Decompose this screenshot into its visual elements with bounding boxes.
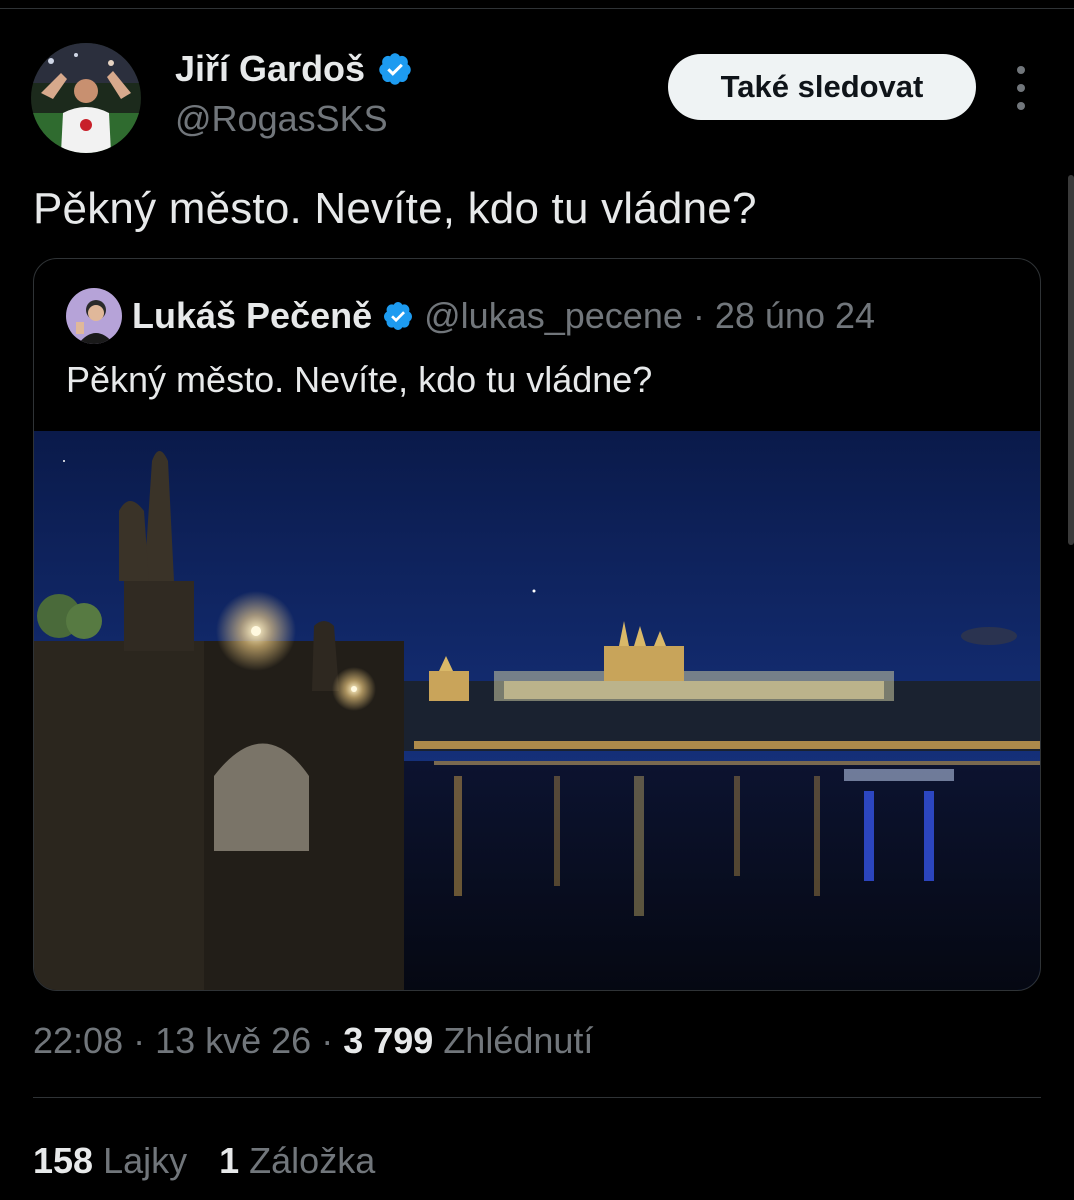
quoted-header: Lukáš Pečeně @lukas_pecene · 28 úno 24 bbox=[132, 295, 875, 337]
user-avatar-photo-icon bbox=[31, 43, 141, 153]
bookmarks-count: 1 bbox=[219, 1140, 240, 1181]
verified-badge-icon bbox=[379, 53, 411, 85]
quoted-tweet-text: Pěkný město. Nevíte, kdo tu vládne? bbox=[66, 359, 653, 400]
tweet-time[interactable]: 22:08 bbox=[33, 1020, 123, 1062]
author-display-name[interactable]: Jiří Gardoš bbox=[175, 48, 365, 90]
quoted-author-avatar[interactable] bbox=[66, 288, 122, 344]
stats-divider bbox=[33, 1097, 1041, 1098]
views-count: 3 799 bbox=[343, 1020, 434, 1061]
likes-stat[interactable]: 158 Lajky bbox=[33, 1140, 187, 1182]
more-dot bbox=[1017, 84, 1025, 92]
dot-separator: · bbox=[133, 1020, 146, 1061]
likes-label: Lajky bbox=[103, 1140, 188, 1181]
quoted-avatar-photo-icon bbox=[66, 288, 122, 344]
quoted-handle[interactable]: @lukas_pecene bbox=[424, 295, 683, 337]
quoted-display-name[interactable]: Lukáš Pečeně bbox=[132, 295, 372, 337]
likes-count: 158 bbox=[33, 1140, 94, 1181]
more-dot bbox=[1017, 66, 1025, 74]
more-vertical-icon[interactable] bbox=[1008, 66, 1034, 110]
tweet-date[interactable]: 13 kvě 26 bbox=[155, 1020, 311, 1062]
verified-badge-icon bbox=[384, 302, 413, 330]
quoted-date[interactable]: 28 úno 24 bbox=[715, 295, 875, 337]
author-avatar[interactable] bbox=[31, 43, 141, 153]
quoted-tweet-card[interactable]: Lukáš Pečeně @lukas_pecene · 28 úno 24 P… bbox=[33, 258, 1041, 991]
top-divider bbox=[0, 8, 1074, 9]
tweet-text: Pěkný město. Nevíte, kdo tu vládne? bbox=[33, 184, 757, 233]
night-city-river-photo-icon bbox=[34, 431, 1040, 990]
bookmarks-stat[interactable]: 1 Záložka bbox=[219, 1140, 375, 1182]
views-label: Zhlédnutí bbox=[443, 1020, 594, 1061]
more-dot bbox=[1017, 102, 1025, 110]
dot-separator: · bbox=[692, 295, 705, 336]
bookmarks-label: Záložka bbox=[249, 1140, 376, 1181]
follow-button[interactable]: Také sledovat bbox=[668, 54, 976, 120]
engagement-stats: 158 Lajky 1 Záložka bbox=[33, 1140, 375, 1182]
author-name-row[interactable]: Jiří Gardoš bbox=[175, 48, 413, 90]
tweet-meta: 22:08 · 13 kvě 26 · 3 799 Zhlédnutí bbox=[33, 1020, 593, 1062]
author-handle[interactable]: @RogasSKS bbox=[175, 98, 388, 140]
quoted-media-image[interactable] bbox=[34, 431, 1040, 990]
dot-separator: · bbox=[321, 1020, 334, 1061]
scrollbar[interactable] bbox=[1068, 175, 1074, 545]
